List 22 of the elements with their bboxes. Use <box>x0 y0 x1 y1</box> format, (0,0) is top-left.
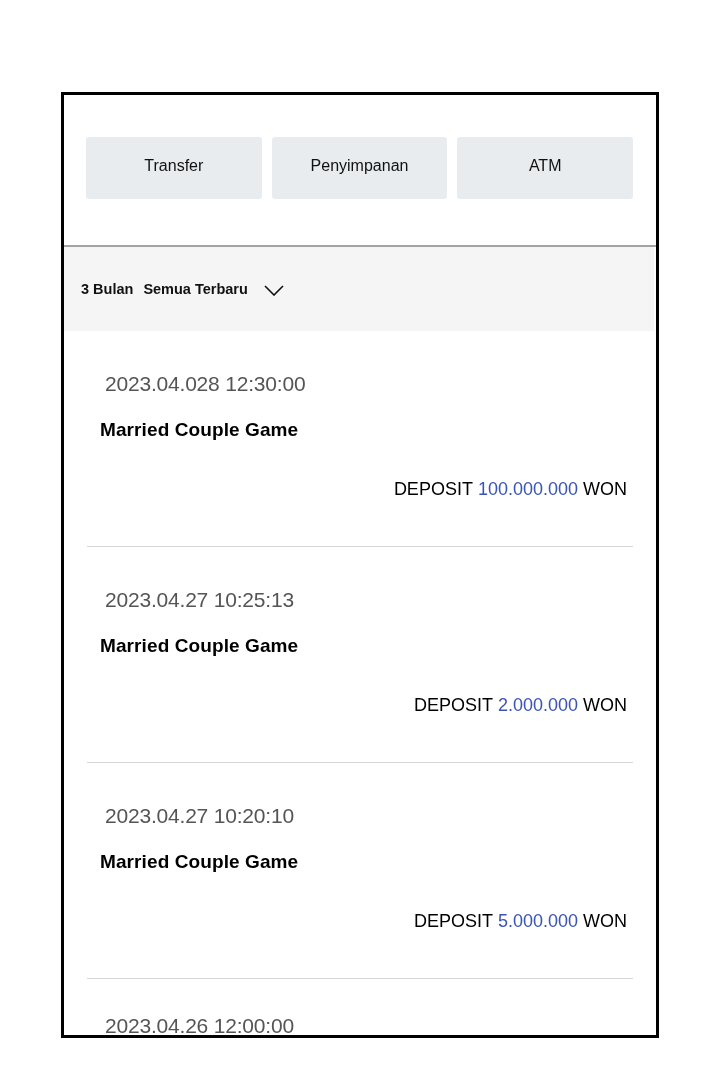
action-button[interactable]: ATM <box>457 137 633 199</box>
amount-value: 2.000.000 <box>497 694 578 717</box>
sort-label[interactable]: Semua Terbaru <box>143 281 248 297</box>
transaction-type: DEPOSIT <box>393 478 473 501</box>
action-button[interactable]: Transfer <box>86 137 262 199</box>
transaction-type: DEPOSIT <box>413 910 493 933</box>
action-button[interactable]: Penyimpanan <box>271 137 448 199</box>
currency-label: WON <box>583 694 627 717</box>
transaction-date: 2023.04.27 10:25:13 <box>105 587 294 613</box>
transaction-date: 2023.04.27 10:20:10 <box>105 803 294 829</box>
transaction-title: Married Couple Game <box>100 634 299 658</box>
amount-value: 5.000.000 <box>497 910 578 933</box>
currency-label: WON <box>583 910 627 933</box>
transaction-date: 2023.04.26 12:00:00 <box>105 1015 294 1035</box>
transaction-type: DEPOSIT <box>413 694 493 717</box>
currency-label: WON <box>583 478 627 501</box>
amount-value: 100.000.000 <box>477 478 578 501</box>
transaction-title: Married Couple Game <box>100 418 299 442</box>
chevron-down-icon[interactable] <box>263 284 284 296</box>
period-label[interactable]: 3 Bulan <box>81 281 134 297</box>
transaction-date: 2023.04.028 12:30:00 <box>105 371 306 397</box>
transaction-title: Married Couple Game <box>100 850 299 874</box>
